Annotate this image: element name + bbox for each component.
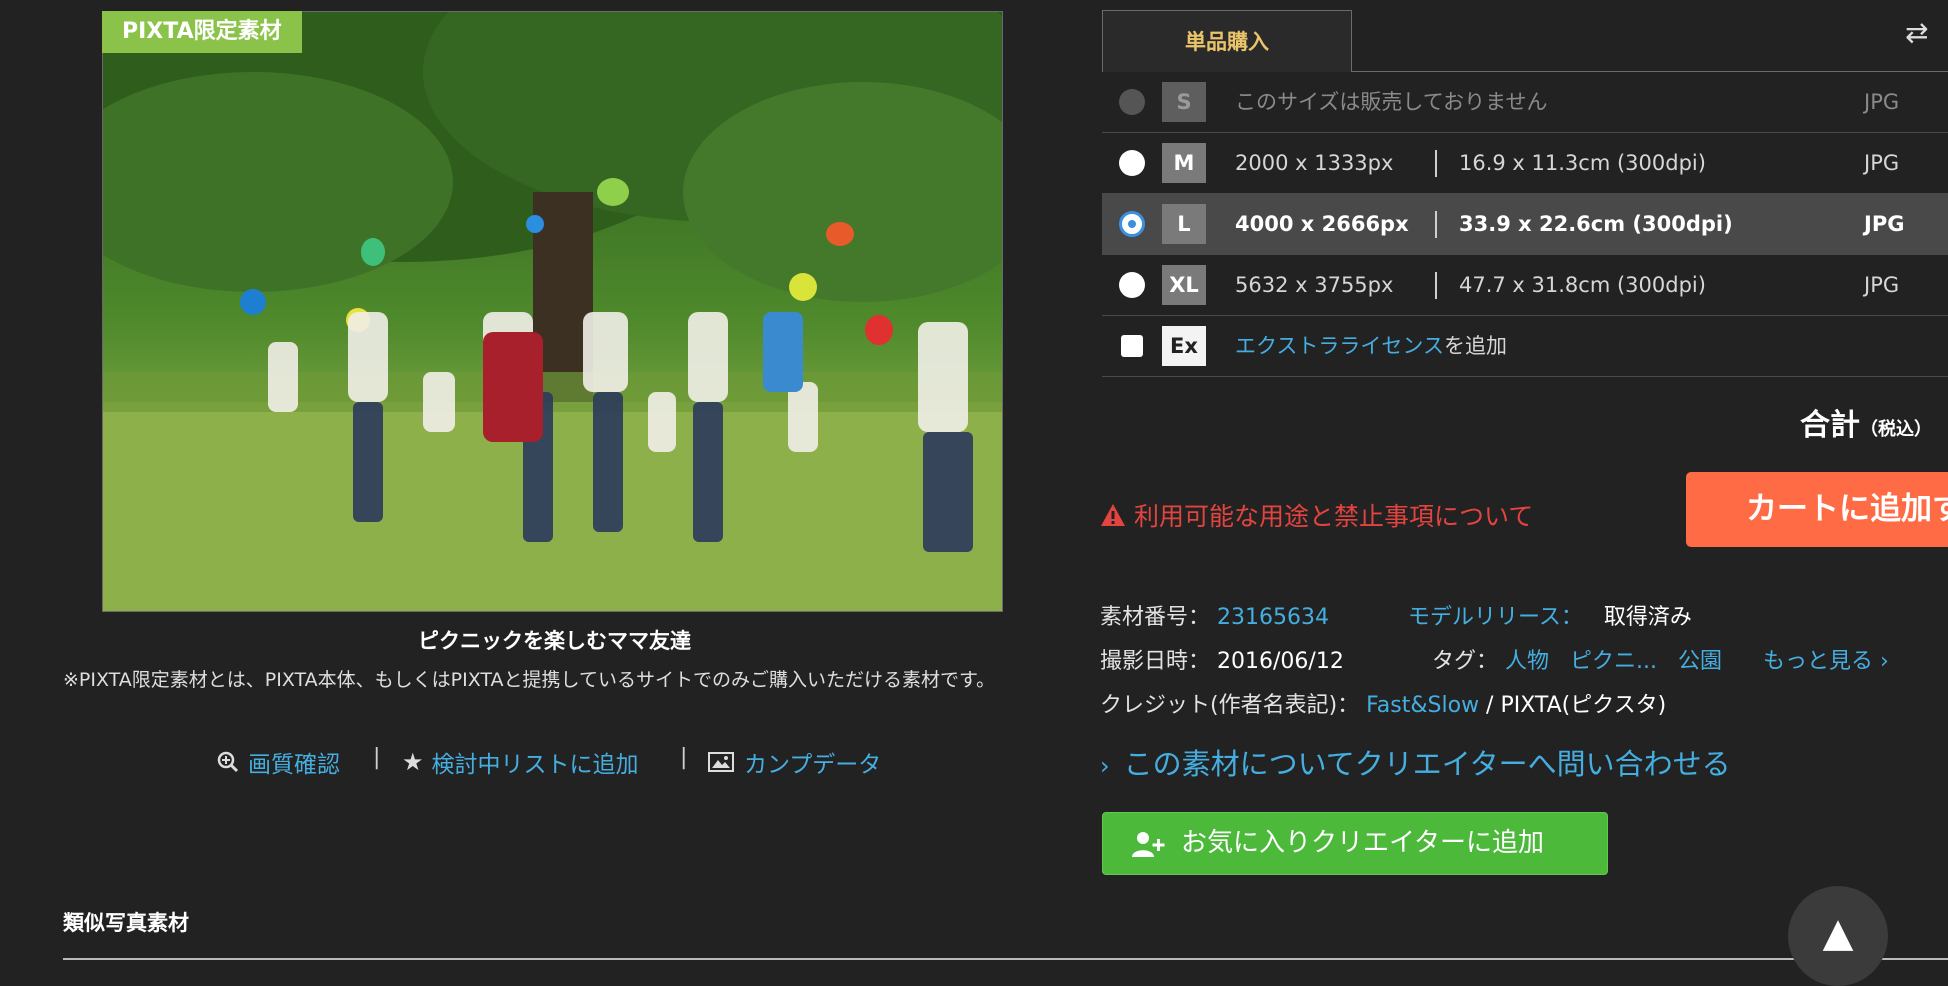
pixel-size: 2000 x 1333px (1235, 151, 1394, 175)
photo-illustration (103, 12, 1002, 611)
tool-separator: | (680, 745, 688, 770)
size-radio (1119, 89, 1145, 115)
size-radio[interactable] (1119, 272, 1145, 298)
tags-label: タグ： (1432, 649, 1499, 674)
format-label: JPG (1864, 151, 1900, 175)
pixel-size: 5632 x 3755px (1235, 273, 1394, 297)
tag-link[interactable]: 公園 (1678, 649, 1722, 674)
model-release-row: モデルリリース： 取得済み (1408, 599, 1692, 631)
extra-license-suffix: を追加 (1443, 334, 1507, 358)
size-label-box: L (1162, 204, 1206, 244)
model-release-label[interactable]: モデルリリース： (1408, 605, 1583, 630)
divider (1435, 150, 1437, 177)
model-release-value: 取得済み (1603, 605, 1692, 630)
image-icon (708, 752, 734, 772)
asset-id-row: 素材番号： 23165634 (1100, 599, 1329, 631)
add-favorite-creator-button[interactable]: お気に入りクリエイターに追加 (1102, 812, 1608, 875)
pixel-size: 4000 x 2666px (1235, 212, 1409, 236)
credit-row: クレジット(作者名表記)： Fast&Slow / PIXTA(ピクスタ) (1100, 687, 1666, 719)
tool-separator: | (373, 745, 381, 770)
swap-icon[interactable]: ⇄ (1905, 16, 1928, 49)
comp-data-link[interactable]: カンプデータ (708, 745, 881, 779)
tag-link[interactable]: ピクニ... (1570, 649, 1657, 674)
extra-license-text: エクストラライセンスを追加 (1235, 316, 1507, 377)
total-text: 合計 (1800, 408, 1860, 443)
add-to-list-link[interactable]: ★ 検討中リストに追加 (402, 745, 639, 779)
credit-suffix: / PIXTA(ピクスタ) (1479, 693, 1667, 718)
tags-row: タグ： 人物 ピクニ... 公園 もっと見る › (1432, 643, 1889, 675)
print-size: 16.9 x 11.3cm (300dpi) (1459, 151, 1706, 175)
extra-license-checkbox[interactable] (1121, 335, 1143, 357)
size-option-m[interactable]: M 2000 x 1333px 16.9 x 11.3cm (300dpi) J… (1102, 133, 1948, 194)
zoom-check-link[interactable]: 画質確認 (216, 745, 340, 779)
warning-icon (1101, 504, 1125, 526)
size-radio[interactable] (1119, 211, 1145, 237)
print-size: 33.9 x 22.6cm (300dpi) (1459, 212, 1733, 236)
add-user-icon (1132, 831, 1165, 857)
asset-id-label: 素材番号： (1100, 605, 1211, 630)
tax-note: （税込） (1860, 419, 1932, 440)
zoom-icon (217, 751, 239, 773)
extra-license-link[interactable]: エクストラライセンス (1235, 334, 1444, 358)
credit-label: クレジット(作者名表記)： (1100, 693, 1360, 718)
size-label-box: M (1162, 143, 1206, 183)
usage-warning-text: 利用可能な用途と禁止事項について (1134, 502, 1534, 531)
star-icon: ★ (402, 748, 424, 776)
total-label: 合計（税込） (1800, 400, 1932, 444)
size-label-box: S (1162, 82, 1206, 122)
tag-link[interactable]: 人物 (1505, 649, 1549, 674)
add-to-cart-button[interactable]: カートに追加す (1686, 472, 1948, 547)
size-option-s: S このサイズは販売しておりません JPG (1102, 72, 1948, 133)
size-radio[interactable] (1119, 150, 1145, 176)
shoot-date-label: 撮影日時： (1100, 649, 1211, 674)
extra-license-option[interactable]: Ex エクストラライセンスを追加 (1102, 316, 1948, 377)
shoot-date-row: 撮影日時： 2016/06/12 (1100, 643, 1344, 675)
photo-caption: ピクニックを楽しむママ友達 (418, 629, 691, 653)
format-label: JPG (1864, 273, 1900, 297)
format-label: JPG (1864, 212, 1905, 236)
more-tags-link[interactable]: もっと見る › (1763, 649, 1889, 674)
unavailable-text: このサイズは販売しておりません (1235, 90, 1548, 114)
scroll-top-button[interactable]: ▲ (1788, 886, 1888, 986)
similar-photos-heading: 類似写真素材 (63, 911, 189, 935)
size-option-l[interactable]: L 4000 x 2666px 33.9 x 22.6cm (300dpi) J… (1102, 194, 1948, 255)
divider (1435, 272, 1437, 299)
chevron-right-icon: › (1100, 752, 1110, 780)
comp-data-label: カンプデータ (744, 752, 882, 778)
product-photo[interactable] (102, 11, 1003, 612)
exclusive-badge: PIXTA限定素材 (102, 11, 302, 53)
creator-inquiry-link[interactable]: › この素材についてクリエイターへ問い合わせる (1100, 741, 1731, 783)
creator-inquiry-text: この素材についてクリエイターへ問い合わせる (1123, 747, 1731, 781)
usage-warning-link[interactable]: 利用可能な用途と禁止事項について (1100, 497, 1533, 533)
size-label-box: Ex (1162, 326, 1206, 366)
tab-single-purchase[interactable]: 単品購入 (1102, 10, 1352, 72)
print-size: 47.7 x 31.8cm (300dpi) (1459, 273, 1706, 297)
format-label: JPG (1864, 90, 1900, 114)
asset-id-value[interactable]: 23165634 (1217, 605, 1329, 630)
credit-author-link[interactable]: Fast&Slow (1366, 693, 1479, 718)
divider (63, 958, 1948, 960)
size-label-box: XL (1162, 265, 1206, 305)
divider (1435, 211, 1437, 238)
zoom-check-label: 画質確認 (248, 752, 340, 778)
shoot-date-value: 2016/06/12 (1217, 649, 1344, 674)
add-to-list-label: 検討中リストに追加 (431, 752, 639, 778)
size-option-xl[interactable]: XL 5632 x 3755px 47.7 x 31.8cm (300dpi) … (1102, 255, 1948, 316)
exclusive-notice: ※PIXTA限定素材とは、PIXTA本体、もしくはPIXTAと提携しているサイト… (63, 669, 996, 691)
add-favorite-creator-label: お気に入りクリエイターに追加 (1181, 828, 1544, 858)
